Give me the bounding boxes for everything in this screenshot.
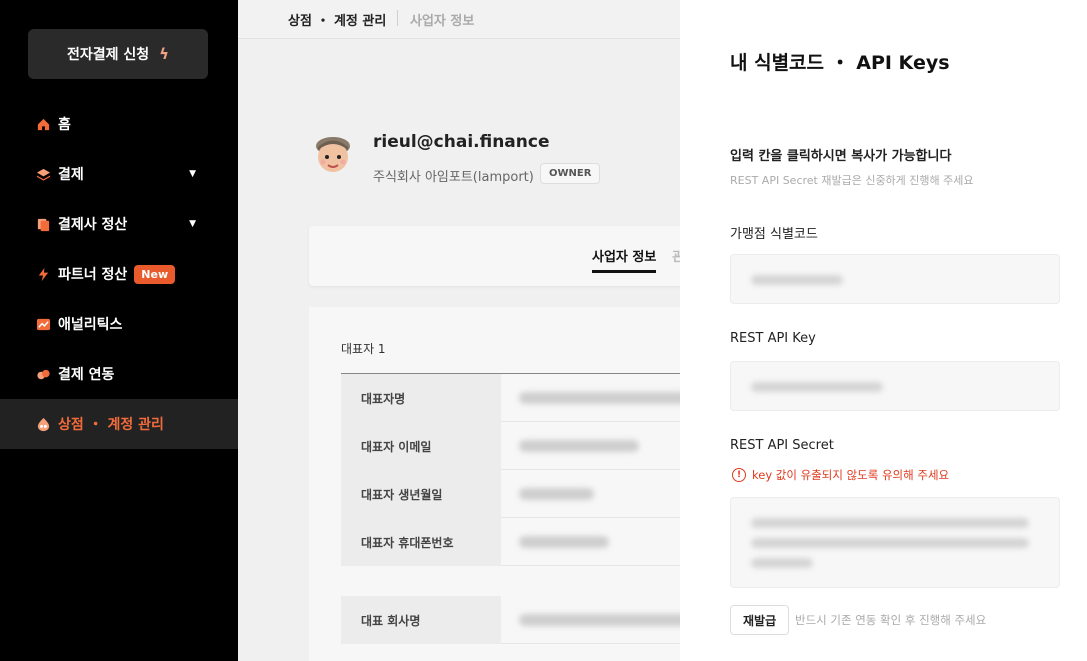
api-secret-field[interactable] (730, 497, 1060, 588)
api-key-label: REST API Key (730, 331, 816, 346)
sidebar-item-settlement[interactable]: 결제사 정산 ▼ (0, 199, 238, 249)
sidebar-item-home[interactable]: 홈 (0, 99, 238, 149)
table-row: 대표자 휴대폰번호 (341, 518, 729, 566)
chevron-down-icon: ▼ (189, 219, 196, 229)
profile-email: rieul@chai.finance (373, 132, 550, 152)
sidebar-item-analytics[interactable]: 애널리틱스 (0, 299, 238, 349)
sidebar-item-label: 파트너 정산 (58, 267, 128, 283)
sidebar-item-integration[interactable]: 결제 연동 (0, 349, 238, 399)
api-key-field[interactable] (730, 361, 1060, 411)
sidebar-item-label: 애널리틱스 (58, 317, 123, 333)
store-icon (35, 416, 51, 432)
redacted-value (519, 440, 639, 452)
redacted-value (751, 558, 813, 568)
reissue-note: 반드시 기존 연동 확인 후 진행해 주세요 (795, 613, 987, 627)
api-secret-label: REST API Secret (730, 438, 834, 453)
row-label: 대표자 생년월일 (341, 470, 501, 518)
redacted-value (519, 614, 689, 626)
merchant-code-field[interactable] (730, 254, 1060, 304)
drawer-subdescription: REST API Secret 재발급은 신중하게 진행해 주세요 (730, 174, 974, 187)
redacted-value (751, 382, 883, 392)
table-row: 대표자명 (341, 374, 729, 422)
breadcrumb-business-info[interactable]: 사업자 정보 (410, 10, 474, 29)
sidebar-item-payment[interactable]: 결제 ▼ (0, 149, 238, 199)
sidebar-item-store-account[interactable]: 상점 ・ 계정 관리 (0, 399, 238, 449)
bolt-icon: ϟ (159, 45, 170, 63)
drawer-description: 입력 칸을 클릭하시면 복사가 가능합니다 (730, 149, 952, 164)
apply-button-label: 전자결제 신청 (66, 47, 150, 63)
tab-business-info[interactable]: 사업자 정보 (592, 246, 657, 273)
layers-icon (35, 166, 51, 182)
redacted-value (519, 392, 689, 404)
table-row: 대표자 이메일 (341, 422, 729, 470)
home-icon (35, 116, 51, 132)
profile-company: 주식회사 아임포트(lamport) (373, 170, 534, 185)
redacted-value (519, 536, 609, 548)
row-label: 대표자 휴대폰번호 (341, 518, 501, 566)
warning-text: key 값이 유출되지 않도록 유의해 주세요 (752, 468, 950, 482)
table-row: 대표 회사명 (341, 596, 729, 644)
chart-icon (35, 316, 51, 332)
drawer-title: 내 식별코드 ・ API Keys (730, 52, 950, 74)
row-label: 대표 회사명 (341, 596, 501, 644)
sidebar-item-label: 결제 연동 (58, 367, 115, 383)
redacted-value (751, 275, 843, 285)
sidebar: 전자결제 신청 ϟ 홈 결제 ▼ 결제사 정산 ▼ 파트너 정산 New 애널리… (0, 0, 238, 661)
redacted-value (751, 538, 1029, 548)
bolt-icon (35, 266, 51, 282)
representative-info-card: 대표자 1 대표자명 대표자 이메일 대표자 생년월일 대표자 휴대폰번호 대표… (309, 307, 729, 661)
row-label: 대표자명 (341, 374, 501, 422)
reissue-button[interactable]: 재발급 (730, 605, 790, 635)
sidebar-item-label: 홈 (58, 117, 71, 133)
redacted-value (519, 488, 594, 500)
role-badge: OWNER (540, 163, 601, 184)
breadcrumb-current: 상점 ・ 계정 관리 (288, 14, 387, 29)
documents-icon (35, 216, 51, 232)
row-label: 대표자 이메일 (341, 422, 501, 470)
table-row: 대표자 생년월일 (341, 470, 729, 518)
breadcrumb-divider (397, 10, 398, 26)
tab-bar: 사업자 정보 관 (309, 226, 729, 286)
sidebar-item-label: 상점 ・ 계정 관리 (58, 417, 164, 433)
apply-payment-button[interactable]: 전자결제 신청 ϟ (28, 29, 208, 79)
chevron-down-icon: ▼ (189, 169, 196, 179)
alert-icon: ! (732, 468, 746, 482)
section-title: 대표자 1 (341, 342, 386, 356)
new-badge: New (134, 264, 176, 284)
avatar (309, 130, 357, 178)
leak-warning: ! key 값이 유출되지 않도록 유의해 주세요 (732, 467, 949, 483)
sidebar-item-partner[interactable]: 파트너 정산 New (0, 249, 238, 299)
sidebar-item-label: 결제사 정산 (58, 217, 128, 233)
redacted-value (751, 518, 1029, 528)
sidebar-item-label: 결제 (58, 167, 84, 183)
merchant-code-label: 가맹점 식별코드 (730, 227, 818, 242)
api-keys-drawer: 내 식별코드 ・ API Keys 입력 칸을 클릭하시면 복사가 가능합니다 … (680, 0, 1087, 661)
link-icon (35, 366, 51, 382)
